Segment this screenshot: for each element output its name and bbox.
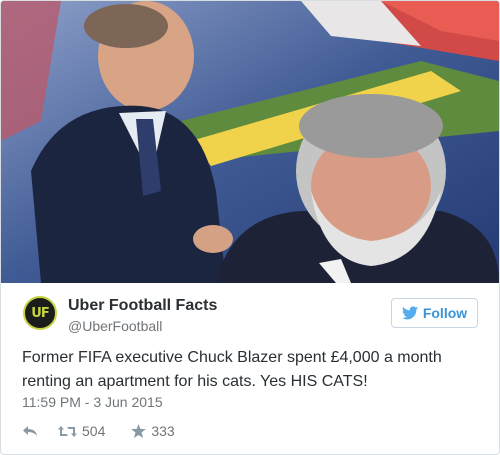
- photo-image: [1, 1, 499, 283]
- tweet-actions: 504 333: [22, 421, 175, 441]
- avatar-logo: UF: [31, 305, 49, 321]
- follow-button[interactable]: Follow: [391, 298, 478, 328]
- author-name[interactable]: Uber Football Facts: [68, 297, 217, 315]
- follow-label: Follow: [422, 305, 468, 321]
- reply-button[interactable]: [22, 424, 38, 438]
- retweet-icon: [58, 425, 77, 437]
- tweet-timestamp[interactable]: 11:59 PM - 3 Jun 2015: [22, 394, 163, 410]
- retweet-count: 504: [82, 423, 106, 439]
- like-button[interactable]: 333: [131, 423, 175, 439]
- avatar[interactable]: UF: [23, 296, 57, 330]
- tweet-header: UF Uber Football Facts @UberFootball Fol…: [1, 283, 499, 343]
- retweet-button[interactable]: 504: [58, 423, 105, 439]
- reply-icon: [23, 426, 37, 436]
- star-icon: [131, 424, 147, 438]
- author-handle[interactable]: @UberFootball: [68, 318, 162, 334]
- tweet-photo[interactable]: [1, 1, 499, 283]
- tweet-text: Former FIFA executive Chuck Blazer spent…: [22, 349, 442, 390]
- tweet-card: UF Uber Football Facts @UberFootball Fol…: [0, 0, 500, 455]
- bird-icon: [401, 306, 418, 320]
- like-count: 333: [151, 423, 175, 439]
